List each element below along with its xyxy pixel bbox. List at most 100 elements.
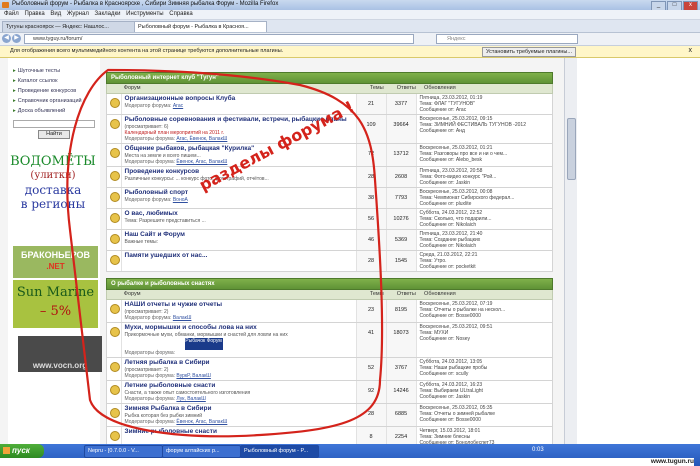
last-post-author[interactable]: Сообщение от: Alebo_besk	[420, 157, 549, 163]
ad-brakonierov[interactable]: БРАКОНЬЕРОВ .NET	[13, 246, 98, 278]
moderators-label: Модератор форума:	[124, 103, 173, 109]
last-post-author[interactable]: Сообщение от: Nikolaich	[420, 243, 549, 249]
ad-vocn[interactable]: www.vocn.org	[18, 336, 102, 372]
sidebar-link-tests[interactable]: Шуточные тесты	[8, 66, 100, 76]
forum-moderators: Модераторы форума: ВуркР, ВалакШ	[125, 373, 353, 379]
topics-count: 23	[355, 300, 386, 322]
back-button[interactable]: ◀	[2, 34, 11, 43]
plugin-close-icon[interactable]: x	[689, 47, 693, 54]
topics-count: 92	[355, 381, 386, 403]
forum-title[interactable]: Зимняя Рыбалка в Сибири	[125, 405, 353, 413]
forum-row[interactable]: Памяти ушедших от нас... 28 1545 Среда, 21.…	[106, 251, 553, 272]
forum-title[interactable]: Памяти ушедших от нас...	[125, 252, 353, 260]
search-input[interactable]: Яндекс	[436, 34, 578, 44]
last-post-author[interactable]: Сообщение от: Агас	[420, 107, 549, 113]
navigation-bar: ◀ ▶ www.tyguy.ru/forum/ Яндекс	[0, 33, 700, 46]
forum-title[interactable]: Летняя рыбалка в Сибири	[125, 359, 353, 367]
page-content: Шуточные тесты Каталог ссылок Проведение…	[0, 58, 576, 444]
last-post-author[interactable]: Сообщение от: Nikolaich	[420, 222, 549, 228]
last-post-author[interactable]: Сообщение от: scully	[420, 371, 549, 377]
forum-row[interactable]: Зимние рыболовные снасти 8 2254 Четверг, 15…	[106, 427, 553, 444]
find-button[interactable]: Найти	[38, 130, 70, 139]
ad-sun-marine[interactable]: Sun Marine – 5%	[13, 280, 98, 328]
moderator-links[interactable]: ВуркР, ВалакШ	[176, 373, 210, 379]
forward-button[interactable]: ▶	[12, 34, 21, 43]
header-posts: Ответы	[396, 85, 416, 91]
sidebar-link-contests[interactable]: Проведение конкурсов	[8, 86, 100, 96]
vertical-scrollbar[interactable]	[564, 58, 577, 444]
menu-help[interactable]: Справка	[169, 10, 193, 19]
blank-area	[577, 58, 700, 444]
forum-title[interactable]: Организационные вопросы Клуба	[125, 95, 353, 103]
menu-edit[interactable]: Правка	[24, 10, 44, 19]
menu-bookmarks[interactable]: Закладки	[95, 10, 121, 19]
tab-yandex[interactable]: Тугуны красноярск — Яндекс: Нашлос...	[2, 21, 135, 32]
forum-logo-badge[interactable]: Рыбачок Форум	[184, 338, 223, 350]
last-post-author[interactable]: Сообщение от: pluxlite	[420, 201, 549, 207]
address-bar[interactable]: www.tyguy.ru/forum/	[24, 34, 414, 44]
install-plugins-button[interactable]: Установить требуемые плагины...	[482, 47, 576, 57]
scrollbar-thumb[interactable]	[567, 118, 576, 180]
forum-title[interactable]: Наш Сайт и Форум	[125, 231, 353, 239]
posts-count: 14246	[385, 381, 416, 403]
topics-count: 28	[355, 404, 386, 426]
moderator-links[interactable]: ВалакШ	[173, 315, 192, 321]
forum-main-cell: Летняя рыбалка в Сибири (просматривает: 2…	[120, 358, 356, 380]
forum-row[interactable]: Летние рыболовные снасти Снасти, а также …	[106, 381, 553, 404]
last-post: Суббота, 24.03.2012, 16:23 Тема: Выбираем…	[415, 381, 552, 403]
ad-water-jets[interactable]: ВОДОМЁТЫ (улитки) доставка в регионы	[8, 154, 98, 211]
forum-title[interactable]: Общение рыбаков, рыбацкая "Курилка"	[125, 145, 353, 153]
menu-file[interactable]: Файл	[4, 10, 19, 19]
last-post-author[interactable]: Сообщение от: Анд	[420, 128, 549, 134]
forum-row[interactable]: НАШИ отчеты и чужие отчеты (просматривает…	[106, 300, 553, 323]
posts-count: 3377	[385, 94, 416, 114]
forum-row[interactable]: Проведение конкурсов Различные конкурсы: …	[106, 167, 553, 188]
forum-main-cell: Летние рыболовные снасти Снасти, а также …	[120, 381, 356, 403]
last-post-author[interactable]: Сообщение от: Bosse0000	[420, 313, 549, 319]
forum-row[interactable]: Зимняя Рыбалка в Сибири Рыбка которая без…	[106, 404, 553, 427]
forum-title[interactable]: НАШИ отчеты и чужие отчеты	[125, 301, 353, 309]
forum-moderators: Модератор форума: Агас	[125, 103, 353, 109]
moderator-links[interactable]: ВоноА	[173, 197, 188, 203]
category-header[interactable]: Рыболовный интернет клуб "Тугун"	[106, 72, 553, 84]
forum-title[interactable]: О вас, любимых	[125, 210, 353, 218]
menu-tools[interactable]: Инструменты	[126, 10, 163, 19]
moderators-label: Модератор форума:	[124, 315, 173, 321]
forum-row[interactable]: О вас, любимых Тема: Разрешите представит…	[106, 209, 553, 230]
forum-title[interactable]: Летние рыболовные снасти	[125, 382, 353, 390]
forum-main-cell: Наш Сайт и Форум Важные темы:	[120, 230, 356, 250]
forum-row[interactable]: Летняя рыбалка в Сибири (просматривает: 2…	[106, 358, 553, 381]
sidebar-link-catalog[interactable]: Каталог ссылок	[8, 76, 100, 86]
topics-count: 28	[355, 167, 386, 187]
last-post-author[interactable]: Сообщение от: Nosey	[420, 336, 549, 342]
last-post-author[interactable]: Сообщение от: Jaskin	[420, 394, 549, 400]
table-header: Форум Темы Ответы Обновления	[106, 290, 553, 300]
forum-row[interactable]: Общение рыбаков, рыбацкая "Курилка" Места…	[106, 144, 553, 167]
menu-history[interactable]: Журнал	[67, 10, 89, 19]
sidebar-link-ads[interactable]: Доска объявлений	[8, 106, 100, 116]
last-post-author[interactable]: Сообщение от: Jaskin	[420, 180, 549, 186]
ad-line: .NET	[46, 262, 65, 271]
forum-row[interactable]: Рыболовный спорт Модератор форума: ВоноА 3…	[106, 188, 553, 209]
forum-row[interactable]: Мухи, мормышки и способы лова на них Прик…	[106, 323, 553, 358]
forum-title[interactable]: Зимние рыболовные снасти	[125, 428, 353, 436]
taskbar-item[interactable]: форум алтайских р...	[162, 445, 241, 458]
tab-forum[interactable]: Рыболовный форум - Рыбалка в Красноя...	[134, 21, 267, 32]
category-header[interactable]: О рыбалке и рыболовных снастях	[106, 278, 553, 290]
taskbar-item[interactable]: Nepru - [0.7.0.0 - V...	[84, 445, 163, 458]
sidebar-search-input[interactable]	[13, 120, 95, 128]
start-button[interactable]: пуск	[0, 444, 44, 458]
moderator-links[interactable]: Лук, ВалакШ	[176, 396, 205, 402]
menu-view[interactable]: Вид	[50, 10, 61, 19]
forum-title[interactable]: Мухи, мормышки и способы лова на них	[125, 324, 353, 332]
sidebar-link-organizations[interactable]: Справочник организаций	[8, 96, 100, 106]
forum-title[interactable]: Рыболовный спорт	[125, 189, 353, 197]
forum-row[interactable]: Наш Сайт и Форум Важные темы: 46 5369 Пятниц…	[106, 230, 553, 251]
moderator-links[interactable]: Агас, Ёвенок, ВалакШ	[176, 136, 227, 142]
last-post-author[interactable]: Сообщение от: pocketkit	[420, 264, 549, 270]
forum-main-cell: О вас, любимых Тема: Разрешите представит…	[120, 209, 356, 229]
moderator-links[interactable]: Агас	[173, 103, 183, 109]
last-post-author[interactable]: Сообщение от: Bosse0000	[420, 417, 549, 423]
moderator-links[interactable]: Ёвенок, Агас, ВалакШ	[176, 419, 227, 425]
taskbar-item[interactable]: Рыболовный форум - P...	[240, 445, 319, 458]
